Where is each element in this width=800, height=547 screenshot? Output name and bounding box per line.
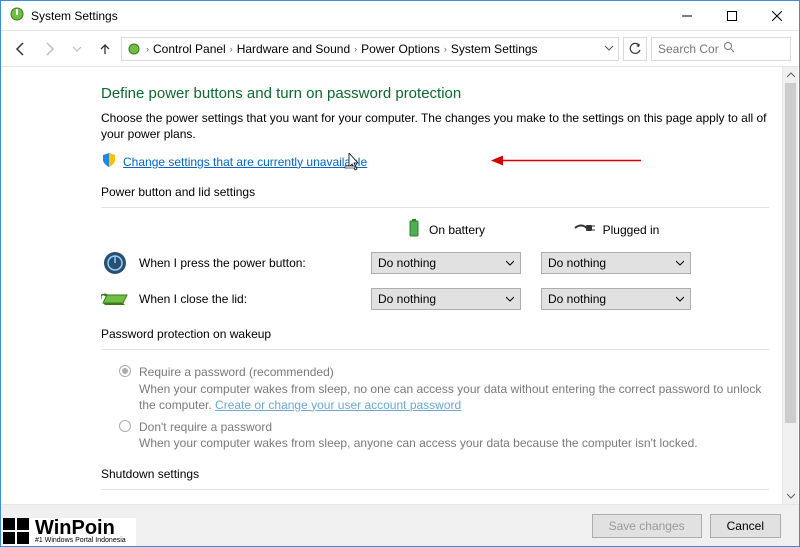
power-settings-grid: On battery Plugged in When I press the p…	[101, 218, 769, 313]
close-lid-plugged-select[interactable]: Do nothing	[541, 288, 691, 310]
scroll-down-button[interactable]	[783, 488, 798, 504]
scrollbar-thumb[interactable]	[785, 83, 796, 423]
col-on-battery: On battery	[371, 218, 521, 241]
page-description: Choose the power settings that you want …	[101, 110, 769, 142]
section-shutdown: Shutdown settings	[101, 467, 769, 490]
search-icon	[723, 41, 784, 56]
radio-dont-require-password: Don't require a password When your compu…	[101, 415, 769, 453]
window-title-wrap: System Settings	[9, 6, 664, 25]
radio-require-password: Require a password (recommended) When yo…	[101, 360, 769, 415]
change-settings-link[interactable]: Change settings that are currently unava…	[123, 155, 367, 169]
location-icon	[126, 41, 142, 57]
titlebar: System Settings	[1, 1, 799, 31]
breadcrumb-item[interactable]: System Settings	[449, 40, 540, 58]
shield-icon	[101, 152, 117, 171]
search-placeholder: Search Control Pa...	[658, 42, 719, 56]
divider	[101, 489, 769, 490]
breadcrumb: › Control Panel › Hardware and Sound › P…	[142, 40, 604, 58]
watermark: WinPoin #1 Windows Portal Indonesia	[1, 518, 136, 546]
radio-label: Require a password (recommended)	[139, 364, 769, 380]
maximize-button[interactable]	[709, 2, 754, 30]
row-close-lid: When I close the lid:	[101, 285, 351, 313]
lid-icon	[101, 285, 129, 313]
radio-description: When your computer wakes from sleep, any…	[139, 435, 698, 451]
address-dropdown[interactable]	[604, 40, 614, 58]
divider	[101, 207, 769, 208]
save-button: Save changes	[592, 514, 702, 538]
up-button[interactable]	[93, 37, 117, 61]
section-password: Password protection on wakeup	[101, 327, 769, 341]
create-password-link: Create or change your user account passw…	[215, 398, 461, 412]
plug-icon	[573, 221, 595, 238]
annotation-arrow-icon	[491, 154, 641, 169]
vertical-scrollbar[interactable]	[782, 67, 798, 504]
divider	[101, 349, 769, 350]
row-power-button: When I press the power button:	[101, 249, 351, 277]
radio-label: Don't require a password	[139, 419, 698, 435]
scroll-up-button[interactable]	[783, 67, 798, 83]
recent-dropdown[interactable]	[65, 37, 89, 61]
radio-icon	[119, 365, 131, 377]
row-label-text: When I close the lid:	[139, 292, 247, 306]
breadcrumb-item[interactable]: Power Options	[359, 40, 442, 58]
cursor-icon	[343, 153, 361, 180]
change-settings-row: Change settings that are currently unava…	[101, 152, 769, 171]
minimize-button[interactable]	[664, 2, 709, 30]
search-input[interactable]: Search Control Pa...	[651, 37, 791, 61]
chevron-right-icon: ›	[146, 44, 149, 54]
battery-icon	[407, 218, 421, 241]
content-pane: Define power buttons and turn on passwor…	[1, 67, 799, 504]
close-button[interactable]	[754, 2, 799, 30]
chevron-right-icon: ›	[444, 44, 447, 54]
toolbar: › Control Panel › Hardware and Sound › P…	[1, 31, 799, 67]
col-label: Plugged in	[603, 223, 660, 237]
radio-icon	[119, 420, 131, 432]
winpoin-logo-icon	[3, 518, 29, 544]
breadcrumb-item[interactable]: Hardware and Sound	[235, 40, 352, 58]
radio-description: When your computer wakes from sleep, no …	[139, 381, 769, 413]
password-options: Require a password (recommended) When yo…	[101, 360, 769, 453]
app-icon	[9, 6, 25, 25]
cancel-button[interactable]: Cancel	[710, 514, 781, 538]
section-power-buttons: Power button and lid settings	[101, 185, 769, 199]
chevron-right-icon: ›	[230, 44, 233, 54]
breadcrumb-item[interactable]: Control Panel	[151, 40, 228, 58]
address-bar[interactable]: › Control Panel › Hardware and Sound › P…	[121, 37, 619, 61]
back-button[interactable]	[9, 37, 33, 61]
power-button-icon	[101, 249, 129, 277]
page-heading: Define power buttons and turn on passwor…	[101, 85, 769, 102]
forward-button[interactable]	[37, 37, 61, 61]
power-button-battery-select[interactable]: Do nothing	[371, 252, 521, 274]
power-button-plugged-select[interactable]: Do nothing	[541, 252, 691, 274]
refresh-button[interactable]	[623, 37, 647, 61]
col-plugged-in: Plugged in	[541, 221, 691, 238]
close-lid-battery-select[interactable]: Do nothing	[371, 288, 521, 310]
watermark-name: WinPoin	[35, 519, 126, 537]
watermark-tagline: #1 Windows Portal Indonesia	[35, 537, 126, 544]
window-title: System Settings	[31, 9, 118, 23]
row-label-text: When I press the power button:	[139, 256, 306, 270]
chevron-right-icon: ›	[354, 44, 357, 54]
col-label: On battery	[429, 223, 485, 237]
